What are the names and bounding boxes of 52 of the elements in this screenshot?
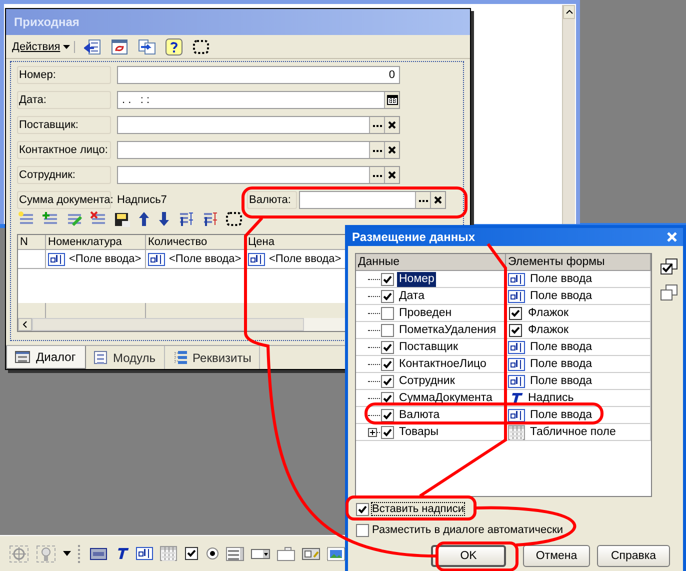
tree-item[interactable]: Сотрудник xyxy=(397,374,457,388)
column-header[interactable]: Цена xyxy=(246,235,346,250)
field-label: Номер: xyxy=(17,66,111,84)
tree-item[interactable]: Проведен xyxy=(397,306,454,320)
caption-text: Надпись7 xyxy=(116,194,168,206)
tree-item[interactable]: Дата xyxy=(397,288,426,304)
field-value: . . : : xyxy=(122,94,150,106)
actions-menu[interactable]: Действия xyxy=(12,40,76,52)
input-field[interactable]: 0 xyxy=(117,66,400,84)
element-type: Поле ввода xyxy=(530,290,592,302)
cell-text: <Поле ввода> xyxy=(169,253,242,265)
dialog-title: Размещение данных xyxy=(352,230,476,244)
column-header[interactable]: Элементы формы xyxy=(506,254,651,271)
field-label: Дата: xyxy=(17,91,111,109)
tree-item[interactable]: Номер xyxy=(397,272,436,286)
field-label: Контактное лицо: xyxy=(17,141,111,159)
cell-text: <Поле ввода> xyxy=(69,253,142,265)
field-label: Сотрудник: xyxy=(17,166,111,184)
tab[interactable]: Диалог xyxy=(6,346,86,369)
element-type: Флажок xyxy=(528,324,569,336)
element-type: Поле ввода xyxy=(530,273,592,285)
tree-item[interactable]: СуммаДокумента xyxy=(397,390,494,406)
dialog-button[interactable]: Справка xyxy=(597,545,670,567)
element-type: Поле ввода xyxy=(530,358,592,370)
dialog-button[interactable]: Отмена xyxy=(523,545,590,567)
tab[interactable]: Модуль xyxy=(86,346,165,369)
option-label: Вставить надписи xyxy=(372,503,464,515)
cell-text: <Поле ввода> xyxy=(269,253,342,265)
element-type: Поле ввода xyxy=(530,375,592,387)
tree-item[interactable]: КонтактноеЛицо xyxy=(397,356,488,372)
element-type: Надпись xyxy=(528,392,574,404)
element-type: Табличное поле xyxy=(530,426,616,438)
tree-item[interactable]: Товары xyxy=(397,424,441,440)
element-type: Флажок xyxy=(528,307,569,319)
column-header[interactable]: N xyxy=(18,235,46,250)
field-label: Поставщик: xyxy=(17,116,111,134)
field-value: 0 xyxy=(388,69,395,81)
field-label: Сумма документа: xyxy=(17,191,111,209)
option-label: Разместить в диалоге автоматически xyxy=(372,524,564,536)
column-header[interactable]: Номенклатура xyxy=(46,235,146,250)
tree-item[interactable]: Валюта xyxy=(397,408,442,422)
window-title: Приходная xyxy=(14,15,80,29)
field-label: Валюта: xyxy=(247,191,297,209)
column-header[interactable]: Данные xyxy=(356,254,506,271)
element-type: Поле ввода xyxy=(530,341,592,353)
element-type: Поле ввода xyxy=(530,409,592,421)
input-field[interactable]: . . : : xyxy=(117,91,400,109)
column-header[interactable]: Количество xyxy=(146,235,246,250)
tab[interactable]: Реквизиты xyxy=(164,346,260,369)
dialog-button[interactable]: OK xyxy=(431,545,506,567)
tree-item[interactable]: Поставщик xyxy=(397,340,460,354)
tree-item[interactable]: ПометкаУдаления xyxy=(397,322,498,338)
